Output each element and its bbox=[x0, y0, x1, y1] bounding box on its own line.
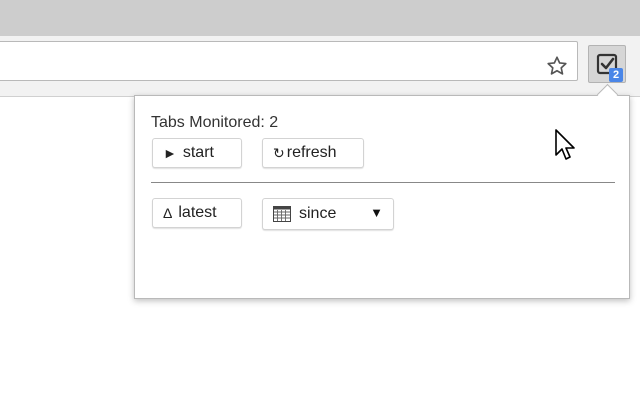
browser-titlebar bbox=[0, 0, 640, 36]
latest-label: latest bbox=[178, 204, 217, 221]
divider bbox=[151, 182, 615, 183]
calendar-icon bbox=[273, 206, 291, 222]
extension-button[interactable]: 2 bbox=[588, 45, 626, 83]
browser-toolbar bbox=[0, 36, 640, 97]
refresh-button[interactable]: ↻ refresh bbox=[262, 138, 364, 168]
start-label: start bbox=[182, 144, 214, 161]
tabs-monitored-label: Tabs Monitored: 2 bbox=[151, 114, 279, 131]
start-button[interactable]: ► start bbox=[152, 138, 242, 168]
refresh-icon: ↻ bbox=[273, 144, 285, 161]
latest-button[interactable]: Δ latest bbox=[152, 198, 242, 228]
extension-badge: 2 bbox=[609, 68, 623, 82]
refresh-label: refresh bbox=[286, 144, 337, 161]
chevron-down-icon: ▼ bbox=[370, 205, 383, 220]
mouse-cursor-icon bbox=[555, 129, 575, 160]
address-bar[interactable] bbox=[0, 41, 578, 81]
extension-popup: Tabs Monitored: 2 ► start ↻ refresh Δ la… bbox=[134, 95, 630, 299]
delta-icon: Δ bbox=[163, 205, 173, 221]
play-icon: ► bbox=[163, 145, 177, 161]
since-label: since bbox=[299, 205, 337, 222]
since-select[interactable]: since ▼ bbox=[262, 198, 394, 230]
star-outline-icon[interactable] bbox=[540, 51, 574, 81]
